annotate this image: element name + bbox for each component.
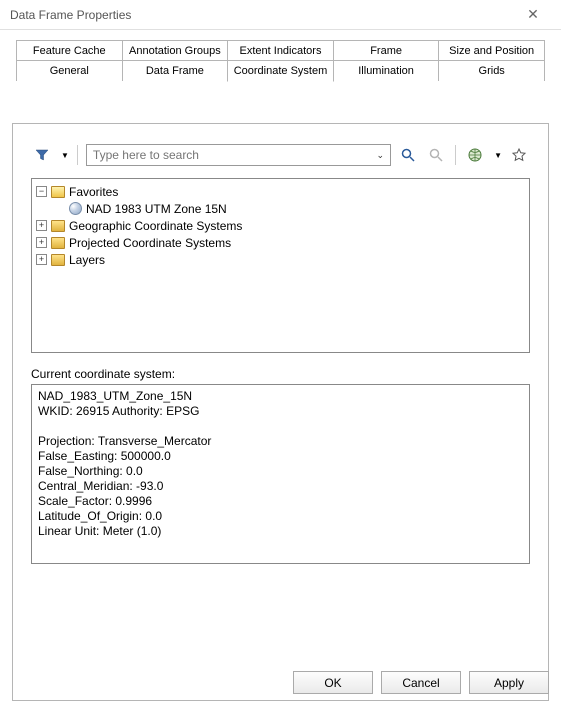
toolbar: ▼ ⌄ ▼ (31, 144, 530, 166)
tab-frame[interactable]: Frame (333, 40, 440, 61)
tab-general[interactable]: General (16, 60, 123, 81)
tab-panel: ▼ ⌄ ▼ − Favo (12, 123, 549, 701)
current-cs-details[interactable]: NAD_1983_UTM_Zone_15N WKID: 26915 Author… (31, 384, 530, 564)
dialog-body: Feature Cache Annotation Groups Extent I… (0, 30, 561, 701)
expand-icon[interactable]: + (36, 220, 47, 231)
close-icon[interactable]: ✕ (513, 6, 553, 23)
separator (455, 145, 456, 165)
tree-label: Geographic Coordinate Systems (69, 219, 242, 233)
new-cs-dropdown-icon[interactable]: ▼ (494, 151, 502, 160)
tree-label: NAD 1983 UTM Zone 15N (86, 202, 227, 216)
dialog-footer: OK Cancel Apply (293, 671, 549, 694)
ok-button[interactable]: OK (293, 671, 373, 694)
folder-icon (51, 237, 65, 249)
tree-node-favorites[interactable]: − Favorites (36, 183, 525, 200)
cancel-button[interactable]: Cancel (381, 671, 461, 694)
tree-node-pcs[interactable]: + Projected Coordinate Systems (36, 234, 525, 251)
import-cs-icon[interactable] (425, 144, 447, 166)
search-input[interactable] (91, 147, 375, 163)
tab-grids[interactable]: Grids (438, 60, 545, 81)
tab-data-frame[interactable]: Data Frame (122, 60, 229, 81)
current-cs-label: Current coordinate system: (31, 367, 530, 381)
tab-annotation-groups[interactable]: Annotation Groups (122, 40, 229, 61)
globe-icon (69, 202, 82, 215)
collapse-icon[interactable]: − (36, 186, 47, 197)
tree-label: Favorites (69, 185, 118, 199)
filter-dropdown-icon[interactable]: ▼ (61, 151, 69, 160)
search-dropdown-icon[interactable]: ⌄ (375, 150, 387, 161)
expand-icon[interactable]: + (36, 254, 47, 265)
search-icon[interactable] (397, 144, 419, 166)
window-title: Data Frame Properties (10, 8, 513, 22)
tab-size-position[interactable]: Size and Position (438, 40, 545, 61)
apply-button[interactable]: Apply (469, 671, 549, 694)
search-box[interactable]: ⌄ (86, 144, 391, 166)
add-favorite-icon[interactable] (508, 144, 530, 166)
tree-node-layers[interactable]: + Layers (36, 251, 525, 268)
tab-extent-indicators[interactable]: Extent Indicators (227, 40, 334, 61)
tab-strip: Feature Cache Annotation Groups Extent I… (12, 40, 549, 82)
filter-icon[interactable] (31, 144, 53, 166)
cs-tree[interactable]: − Favorites NAD 1983 UTM Zone 15N + Geog… (31, 178, 530, 353)
new-cs-icon[interactable] (464, 144, 486, 166)
expand-icon[interactable]: + (36, 237, 47, 248)
separator (77, 145, 78, 165)
tree-node-gcs[interactable]: + Geographic Coordinate Systems (36, 217, 525, 234)
tab-illumination[interactable]: Illumination (333, 60, 440, 81)
folder-open-icon (51, 186, 65, 198)
tree-item-favorite-cs[interactable]: NAD 1983 UTM Zone 15N (36, 200, 525, 217)
tab-feature-cache[interactable]: Feature Cache (16, 40, 123, 61)
tab-coordinate-system[interactable]: Coordinate System (227, 60, 334, 82)
folder-icon (51, 220, 65, 232)
titlebar: Data Frame Properties ✕ (0, 0, 561, 30)
tree-label: Layers (69, 253, 105, 267)
folder-icon (51, 254, 65, 266)
tree-label: Projected Coordinate Systems (69, 236, 231, 250)
